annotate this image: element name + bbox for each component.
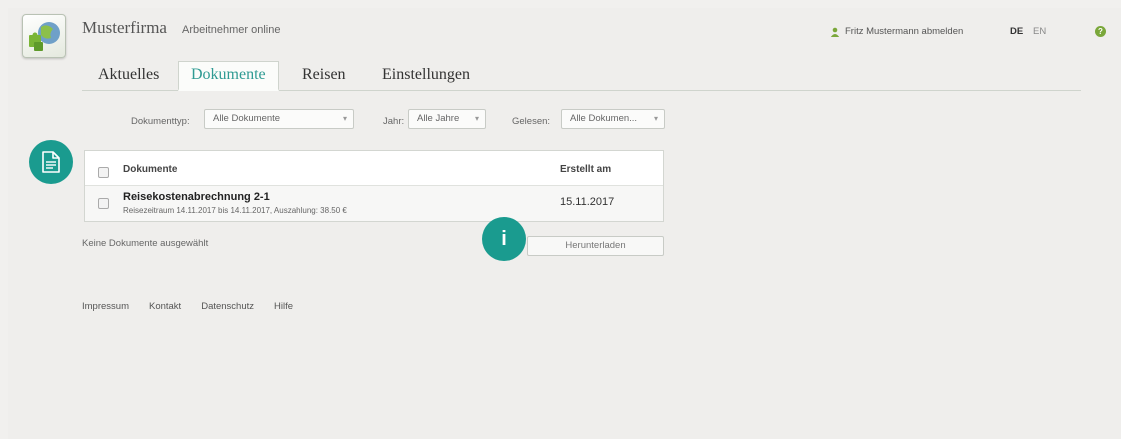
footer-link-kontakt[interactable]: Kontakt [149,301,181,312]
document-badge [29,140,73,184]
logout-label: Fritz Mustermann abmelden [845,26,964,37]
year-select[interactable]: Alle Jahre ▾ [408,109,486,129]
brand-name: Musterfirma [82,18,167,37]
info-icon: i [482,217,526,261]
selection-status: Keine Dokumente ausgewählt [82,238,209,249]
document-type-label: Dokumenttyp: [131,116,190,127]
select-all-checkbox[interactable] [98,167,109,178]
year-value: Alle Jahre [417,113,460,124]
table-header: Dokumente Erstellt am [85,151,663,186]
help-icon[interactable]: ? [1095,26,1106,37]
tab-aktuelles[interactable]: Aktuelles [86,62,171,90]
chevron-down-icon: ▾ [653,114,658,123]
row-subtitle: Reisezeitraum 14.11.2017 bis 14.11.2017,… [123,206,347,215]
chevron-down-icon: ▾ [342,114,347,123]
brand-subtitle: Arbeitnehmer online [182,24,281,36]
company-logo [22,14,66,58]
footer-link-datenschutz[interactable]: Datenschutz [201,301,254,312]
main-tabs: Aktuelles Dokumente Reisen Einstellungen [82,61,1081,91]
row-checkbox[interactable] [98,198,109,209]
document-type-value: Alle Dokumente [213,113,281,124]
globe-puzzle-logo-icon [29,22,60,51]
row-created-date: 15.11.2017 [560,196,615,208]
tab-dokumente[interactable]: Dokumente [178,61,279,91]
read-select[interactable]: Alle Dokumen... ▾ [561,109,665,129]
footer-link-impressum[interactable]: Impressum [82,301,129,312]
row-title[interactable]: Reisekostenabrechnung 2-1 [123,191,270,203]
footer-link-hilfe[interactable]: Hilfe [274,301,293,312]
tab-reisen[interactable]: Reisen [290,62,358,90]
lang-en[interactable]: EN [1033,26,1046,37]
document-type-select[interactable]: Alle Dokumente ▾ [204,109,354,129]
user-icon [830,27,840,37]
logout-link[interactable]: Fritz Mustermann abmelden [830,26,963,37]
tab-einstellungen[interactable]: Einstellungen [370,62,482,90]
column-created: Erstellt am [560,164,612,175]
chevron-down-icon: ▾ [474,114,479,123]
footer-links: Impressum Kontakt Datenschutz Hilfe [82,301,293,312]
read-value: Alle Dokumen... [570,113,638,124]
documents-table: Dokumente Erstellt am Reisekostenabrechn… [84,150,664,222]
year-label: Jahr: [383,116,405,127]
document-icon [42,151,60,173]
read-label: Gelesen: [512,116,551,127]
download-button[interactable]: Herunterladen [527,236,664,256]
column-documents: Dokumente [123,164,178,175]
lang-de[interactable]: DE [1010,26,1023,37]
